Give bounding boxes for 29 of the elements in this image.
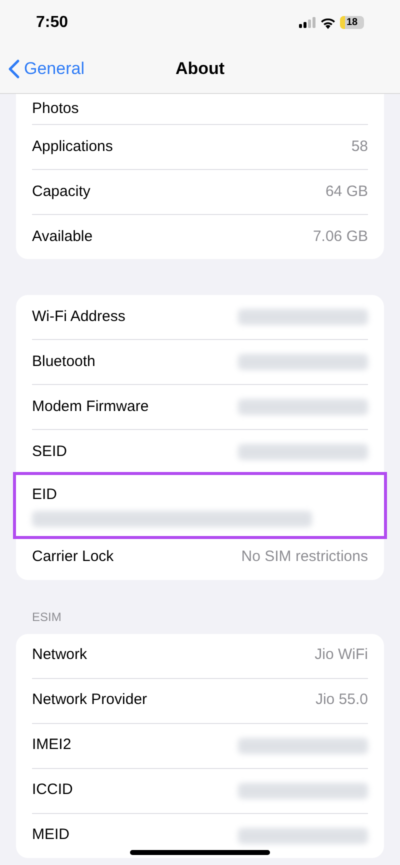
row-label: Bluetooth [32,352,96,372]
row-value: 58 [351,136,368,157]
battery-indicator: 18 [340,16,364,29]
row-value: 64 GB [325,182,368,202]
page-title: About [175,58,225,80]
row-label: Carrier Lock [32,547,114,568]
row-label: Network Provider [32,690,148,710]
row-label: SEID [32,442,68,462]
row-value: Jio 55.0 [315,690,368,710]
row-label: Available [32,226,93,247]
row-label: IMEI2 [32,735,72,756]
row-value: 7.06 GB [312,226,368,247]
row-label: Capacity [32,182,90,202]
wifi-icon [320,16,336,28]
row-label: Applications [32,136,113,157]
row-value: Jio WiFi [314,645,368,666]
row-label: EID [32,485,58,505]
back-chevron-icon [8,59,20,79]
back-button[interactable]: General [8,56,84,82]
section-header: ESIM [31,608,62,626]
row-label: MEID [32,825,70,846]
row-label: Network [32,645,88,666]
row-label: ICCID [32,780,73,800]
row-label: Wi-Fi Address [32,306,126,327]
status-time: 7:50 [36,12,68,32]
row-label: Photos [32,98,79,118]
row-label: Modem Firmware [32,396,149,417]
row-value: No SIM restrictions [241,547,368,568]
signal-icon [299,17,316,28]
